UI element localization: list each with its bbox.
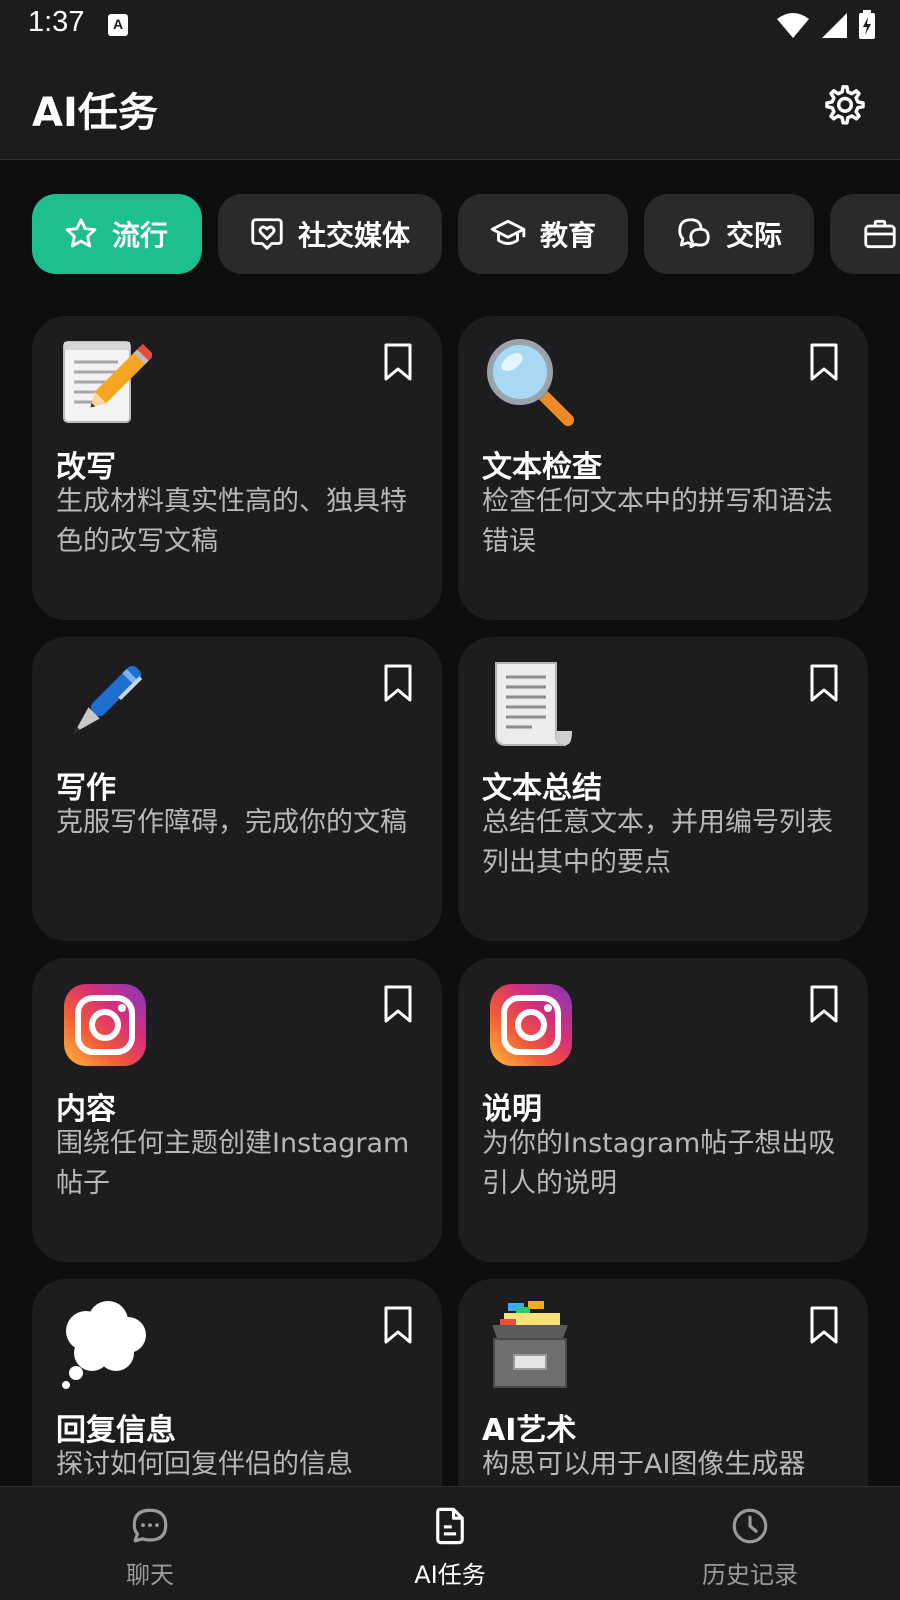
page-title: AI任务 — [32, 90, 158, 136]
status-bar: 1:37 A — [0, 0, 900, 52]
pen-icon — [72, 665, 143, 735]
chip-label: 教育 — [540, 219, 597, 252]
bookmark-icon[interactable] — [382, 1305, 414, 1345]
card-description: 构思可以用于AI图像生成器 — [482, 1449, 806, 1480]
chat-bubbles-icon — [678, 218, 710, 249]
document-icon — [436, 1507, 464, 1545]
nav-label: 聊天 — [126, 1561, 174, 1589]
card-title: 文本检查 — [482, 450, 602, 485]
briefcase-icon — [864, 219, 896, 249]
chip-label: 交际 — [726, 219, 783, 252]
heart-bubble-icon — [251, 218, 283, 250]
chip-label: 流行 — [112, 219, 169, 252]
scroll-icon — [495, 662, 572, 746]
clock-icon — [732, 1508, 768, 1544]
nav-label: 历史记录 — [702, 1561, 798, 1589]
card-title: AI艺术 — [482, 1413, 577, 1448]
settings-button[interactable] — [822, 82, 868, 128]
nav-label: AI任务 — [414, 1561, 486, 1589]
nav-ai-tasks[interactable]: AI任务 — [300, 1487, 600, 1600]
star-icon — [65, 218, 97, 248]
task-card-content[interactable]: 内容 围绕任何主题创建Instagram帖子 — [32, 958, 442, 1262]
magnifier-icon — [487, 339, 574, 426]
nav-chat[interactable]: 聊天 — [0, 1487, 300, 1600]
chip-education[interactable]: 教育 — [458, 194, 628, 274]
signal-icon — [822, 13, 847, 38]
card-description: 生成材料真实性高的、独具特色的改写文稿 — [56, 486, 407, 557]
category-chips: 流行 社交媒体 教育 交际 — [32, 194, 900, 274]
card-title: 回复信息 — [56, 1413, 176, 1448]
bookmark-icon[interactable] — [808, 342, 840, 382]
card-title: 文本总结 — [482, 771, 602, 806]
gear-icon — [825, 85, 865, 125]
notification-icon: A — [108, 14, 128, 36]
card-description: 探讨如何回复伴侣的信息 — [56, 1449, 353, 1480]
card-title: 说明 — [482, 1092, 542, 1127]
card-description: 检查任何文本中的拼写和语法错误 — [482, 486, 833, 557]
status-time: 1:37 — [28, 6, 85, 38]
bookmark-icon[interactable] — [382, 663, 414, 703]
task-card-rewrite[interactable]: 改写 生成材料真实性高的、独具特色的改写文稿 — [32, 316, 442, 620]
bookmark-icon[interactable] — [808, 984, 840, 1024]
card-file-box-icon — [492, 1301, 568, 1388]
battery-icon — [859, 10, 875, 39]
card-title: 内容 — [56, 1092, 116, 1127]
bottom-navigation: 聊天 AI任务 历史记录 — [0, 1486, 900, 1600]
task-card-writing[interactable]: 写作 克服写作障碍，完成你的文稿 — [32, 637, 442, 941]
task-card-summary[interactable]: 文本总结 总结任意文本，并用编号列表列出其中的要点 — [458, 637, 868, 941]
card-title: 改写 — [56, 450, 116, 485]
card-description: 围绕任何主题创建Instagram帖子 — [56, 1128, 410, 1199]
chip-popular[interactable]: 流行 — [32, 194, 202, 274]
chip-social-media[interactable]: 社交媒体 — [218, 194, 442, 274]
instagram-icon — [64, 984, 146, 1066]
card-description: 总结任意文本，并用编号列表列出其中的要点 — [482, 807, 833, 878]
status-icons — [776, 10, 876, 40]
bookmark-icon[interactable] — [382, 342, 414, 382]
app-bar: AI任务 — [0, 52, 900, 160]
nav-history[interactable]: 历史记录 — [600, 1487, 900, 1600]
chip-business[interactable] — [830, 194, 900, 274]
bookmark-icon[interactable] — [382, 984, 414, 1024]
wifi-icon — [777, 13, 809, 38]
chip-label: 社交媒体 — [298, 219, 411, 252]
thought-bubble-icon — [62, 1301, 146, 1389]
memo-icon — [63, 341, 152, 423]
card-title: 写作 — [56, 771, 116, 806]
graduation-cap-icon — [490, 219, 526, 245]
chat-icon — [132, 1508, 168, 1543]
task-card-caption[interactable]: 说明 为你的Instagram帖子想出吸引人的说明 — [458, 958, 868, 1262]
card-description: 克服写作障碍，完成你的文稿 — [56, 807, 407, 838]
chip-communication[interactable]: 交际 — [644, 194, 814, 274]
card-description: 为你的Instagram帖子想出吸引人的说明 — [482, 1128, 836, 1199]
instagram-icon — [490, 984, 572, 1066]
task-card-text-check[interactable]: 文本检查 检查任何文本中的拼写和语法错误 — [458, 316, 868, 620]
bookmark-icon[interactable] — [808, 663, 840, 703]
bookmark-icon[interactable] — [808, 1305, 840, 1345]
